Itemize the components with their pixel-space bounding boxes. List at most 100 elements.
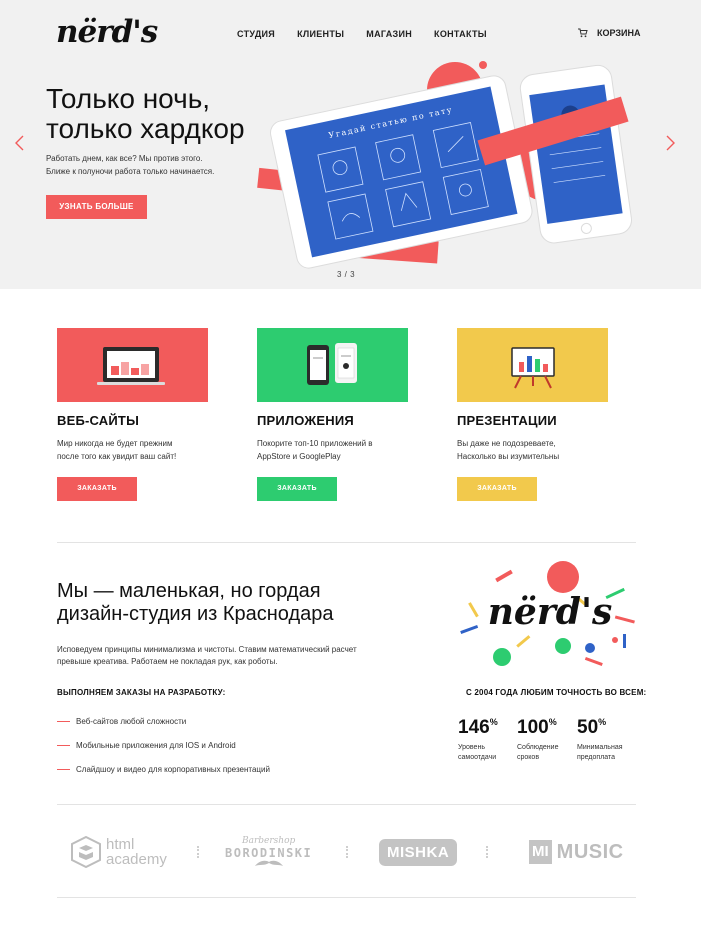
about-text-line1: Исповедуем принципы минимализма и чистот… bbox=[57, 645, 357, 654]
main-nav: СТУДИЯ КЛИЕНТЫ МАГАЗИН КОНТАКТЫ bbox=[237, 29, 509, 39]
service-websites: ВЕБ-САЙТЫ Мир никогда не будет прежним п… bbox=[57, 328, 208, 501]
hero-slider: nërd's СТУДИЯ КЛИЕНТЫ МАГАЗИН КОНТАКТЫ К… bbox=[0, 0, 701, 289]
stat-number: 100 bbox=[517, 717, 549, 738]
stat-label: Соблюдение сроков bbox=[517, 743, 577, 763]
client-separator bbox=[197, 846, 199, 858]
stat-label-line1: Соблюдение bbox=[517, 744, 559, 751]
nav-item-clients[interactable]: КЛИЕНТЫ bbox=[297, 29, 344, 39]
section-divider bbox=[57, 897, 636, 898]
stat-deadlines: 100% Соблюдение сроков bbox=[517, 717, 577, 763]
service-text-line2: AppStore и GooglePlay bbox=[257, 452, 341, 461]
about-text: Исповедуем принципы минимализма и чистот… bbox=[57, 644, 377, 668]
hero-text-line1: Работать днем, как все? Мы против этого. bbox=[46, 154, 203, 163]
client-mi-music[interactable]: MI MUSIC bbox=[529, 820, 624, 884]
list-item: Слайдшоу и видео для корпоративных презе… bbox=[57, 757, 270, 781]
about-text-line2: превыше креатива. Работаем не покладая р… bbox=[57, 657, 278, 666]
service-text-line1: Вы даже не подозреваете, bbox=[457, 439, 556, 448]
presentation-board-icon bbox=[511, 347, 555, 389]
client-separator bbox=[486, 846, 488, 858]
learn-more-button[interactable]: УЗНАТЬ БОЛЬШЕ bbox=[46, 195, 147, 219]
client-mishka[interactable]: MISHKA bbox=[379, 820, 458, 884]
mustache-icon bbox=[254, 860, 283, 866]
order-item-label: Слайдшоу и видео для корпоративных презе… bbox=[76, 764, 270, 774]
stat-label-line1: Минимальная bbox=[577, 744, 623, 751]
about-title: Мы — маленькая, но гордая дизайн-студия … bbox=[57, 580, 397, 626]
nav-item-studio[interactable]: СТУДИЯ bbox=[237, 29, 275, 39]
stat-prepayment: 50% Минимальная предоплата bbox=[577, 717, 637, 763]
html-academy-line2: academy bbox=[106, 851, 167, 868]
apps-thumb bbox=[257, 328, 408, 402]
hero-devices-illustration: Угадай статью по тату bbox=[257, 61, 633, 269]
hero-text-line2: Ближе к полуночи работа только начинаетс… bbox=[46, 167, 215, 176]
nav-item-contacts[interactable]: КОНТАКТЫ bbox=[434, 29, 487, 39]
stat-label: Минимальная предоплата bbox=[577, 743, 637, 763]
service-text: Покорите топ-10 приложений в AppStore и … bbox=[257, 437, 392, 463]
list-item: Мобильные приложения для IOS и Android bbox=[57, 733, 270, 757]
service-title: ПРИЛОЖЕНИЯ bbox=[257, 413, 354, 428]
clients-logos: html academy Barbershop BORODINSKI MISHK… bbox=[57, 820, 636, 884]
service-text-line2: Насколько вы изумительны bbox=[457, 452, 560, 461]
dash-icon bbox=[57, 768, 70, 770]
studio-logo-text: nërd's bbox=[488, 591, 613, 633]
stat-label-line1: Уровень bbox=[458, 744, 485, 751]
about-title-line1: Мы — маленькая, но гордая bbox=[57, 580, 321, 602]
order-websites-button[interactable]: ЗАКАЗАТЬ bbox=[57, 477, 137, 501]
stat-unit: % bbox=[548, 717, 557, 727]
mi-music-wordmark: MUSIC bbox=[556, 840, 624, 863]
html-academy-wordmark: html academy bbox=[106, 837, 167, 867]
client-borodinski[interactable]: Barbershop BORODINSKI bbox=[225, 820, 312, 884]
laptop-icon bbox=[97, 347, 165, 385]
order-item-label: Веб-сайтов любой сложности bbox=[76, 716, 187, 726]
service-title: ПРЕЗЕНТАЦИИ bbox=[457, 413, 557, 428]
cart-label: КОРЗИНА bbox=[597, 28, 641, 38]
hero-title-line1: Только ночь, bbox=[46, 83, 211, 114]
borodinski-wordmark: BORODINSKI bbox=[225, 846, 313, 860]
section-divider bbox=[57, 804, 636, 805]
order-apps-button[interactable]: ЗАКАЗАТЬ bbox=[257, 477, 337, 501]
stat-label-line2: предоплата bbox=[577, 754, 616, 761]
service-presentations: ПРЕЗЕНТАЦИИ Вы даже не подозреваете, Нас… bbox=[457, 328, 608, 501]
service-apps: ПРИЛОЖЕНИЯ Покорите топ-10 приложений в … bbox=[257, 328, 408, 501]
service-text: Вы даже не подозреваете, Насколько вы из… bbox=[457, 437, 592, 463]
dash-icon bbox=[57, 744, 70, 746]
phones-icon bbox=[307, 343, 357, 385]
client-html-academy[interactable]: html academy bbox=[71, 820, 167, 884]
slider-prev-arrow-icon[interactable] bbox=[14, 135, 26, 151]
stat-number: 146 bbox=[458, 717, 490, 738]
presentations-thumb bbox=[457, 328, 608, 402]
stat-value: 100% bbox=[517, 717, 577, 739]
stat-number: 50 bbox=[577, 717, 599, 738]
client-separator bbox=[346, 846, 348, 858]
orders-title: ВЫПОЛНЯЕМ ЗАКАЗЫ НА РАЗРАБОТКУ: bbox=[57, 688, 226, 697]
dash-icon bbox=[57, 720, 70, 722]
cart-link[interactable]: КОРЗИНА bbox=[578, 28, 640, 38]
html-academy-line1: html bbox=[106, 836, 135, 853]
service-text-line1: Покорите топ-10 приложений в bbox=[257, 439, 373, 448]
stat-label: Уровень самоотдачи bbox=[458, 743, 518, 763]
stat-unit: % bbox=[598, 717, 607, 727]
service-text-line1: Мир никогда не будет прежним bbox=[57, 439, 173, 448]
accuracy-title: С 2004 ГОДА ЛЮБИМ ТОЧНОСТЬ ВО ВСЕМ: bbox=[466, 688, 647, 697]
studio-logo-illustration: nërd's bbox=[460, 561, 635, 666]
order-presentations-button[interactable]: ЗАКАЗАТЬ bbox=[457, 477, 537, 501]
order-item-label: Мобильные приложения для IOS и Android bbox=[76, 740, 236, 750]
slider-next-arrow-icon[interactable] bbox=[664, 135, 676, 151]
section-divider bbox=[57, 542, 636, 543]
hero-title-line2: только хардкор bbox=[46, 113, 245, 144]
orders-list: Веб-сайтов любой сложности Мобильные при… bbox=[57, 709, 270, 781]
mi-music-badge: MI bbox=[529, 840, 552, 864]
nav-item-shop[interactable]: МАГАЗИН bbox=[366, 29, 412, 39]
stat-value: 50% bbox=[577, 717, 637, 739]
cart-icon bbox=[578, 28, 588, 38]
mishka-wordmark: MISHKA bbox=[379, 838, 458, 866]
stat-label-line2: сроков bbox=[517, 754, 540, 761]
websites-thumb bbox=[57, 328, 208, 402]
hero-text: Работать днем, как все? Мы против этого.… bbox=[46, 152, 246, 178]
logo[interactable]: nërd's bbox=[56, 14, 158, 50]
stat-unit: % bbox=[489, 717, 498, 727]
stat-dedication: 146% Уровень самоотдачи bbox=[458, 717, 518, 763]
html-academy-shield-icon bbox=[71, 836, 101, 868]
stat-value: 146% bbox=[458, 717, 518, 739]
borodinski-script: Barbershop bbox=[241, 836, 296, 846]
about-title-line2: дизайн-студия из Краснодара bbox=[57, 603, 334, 625]
